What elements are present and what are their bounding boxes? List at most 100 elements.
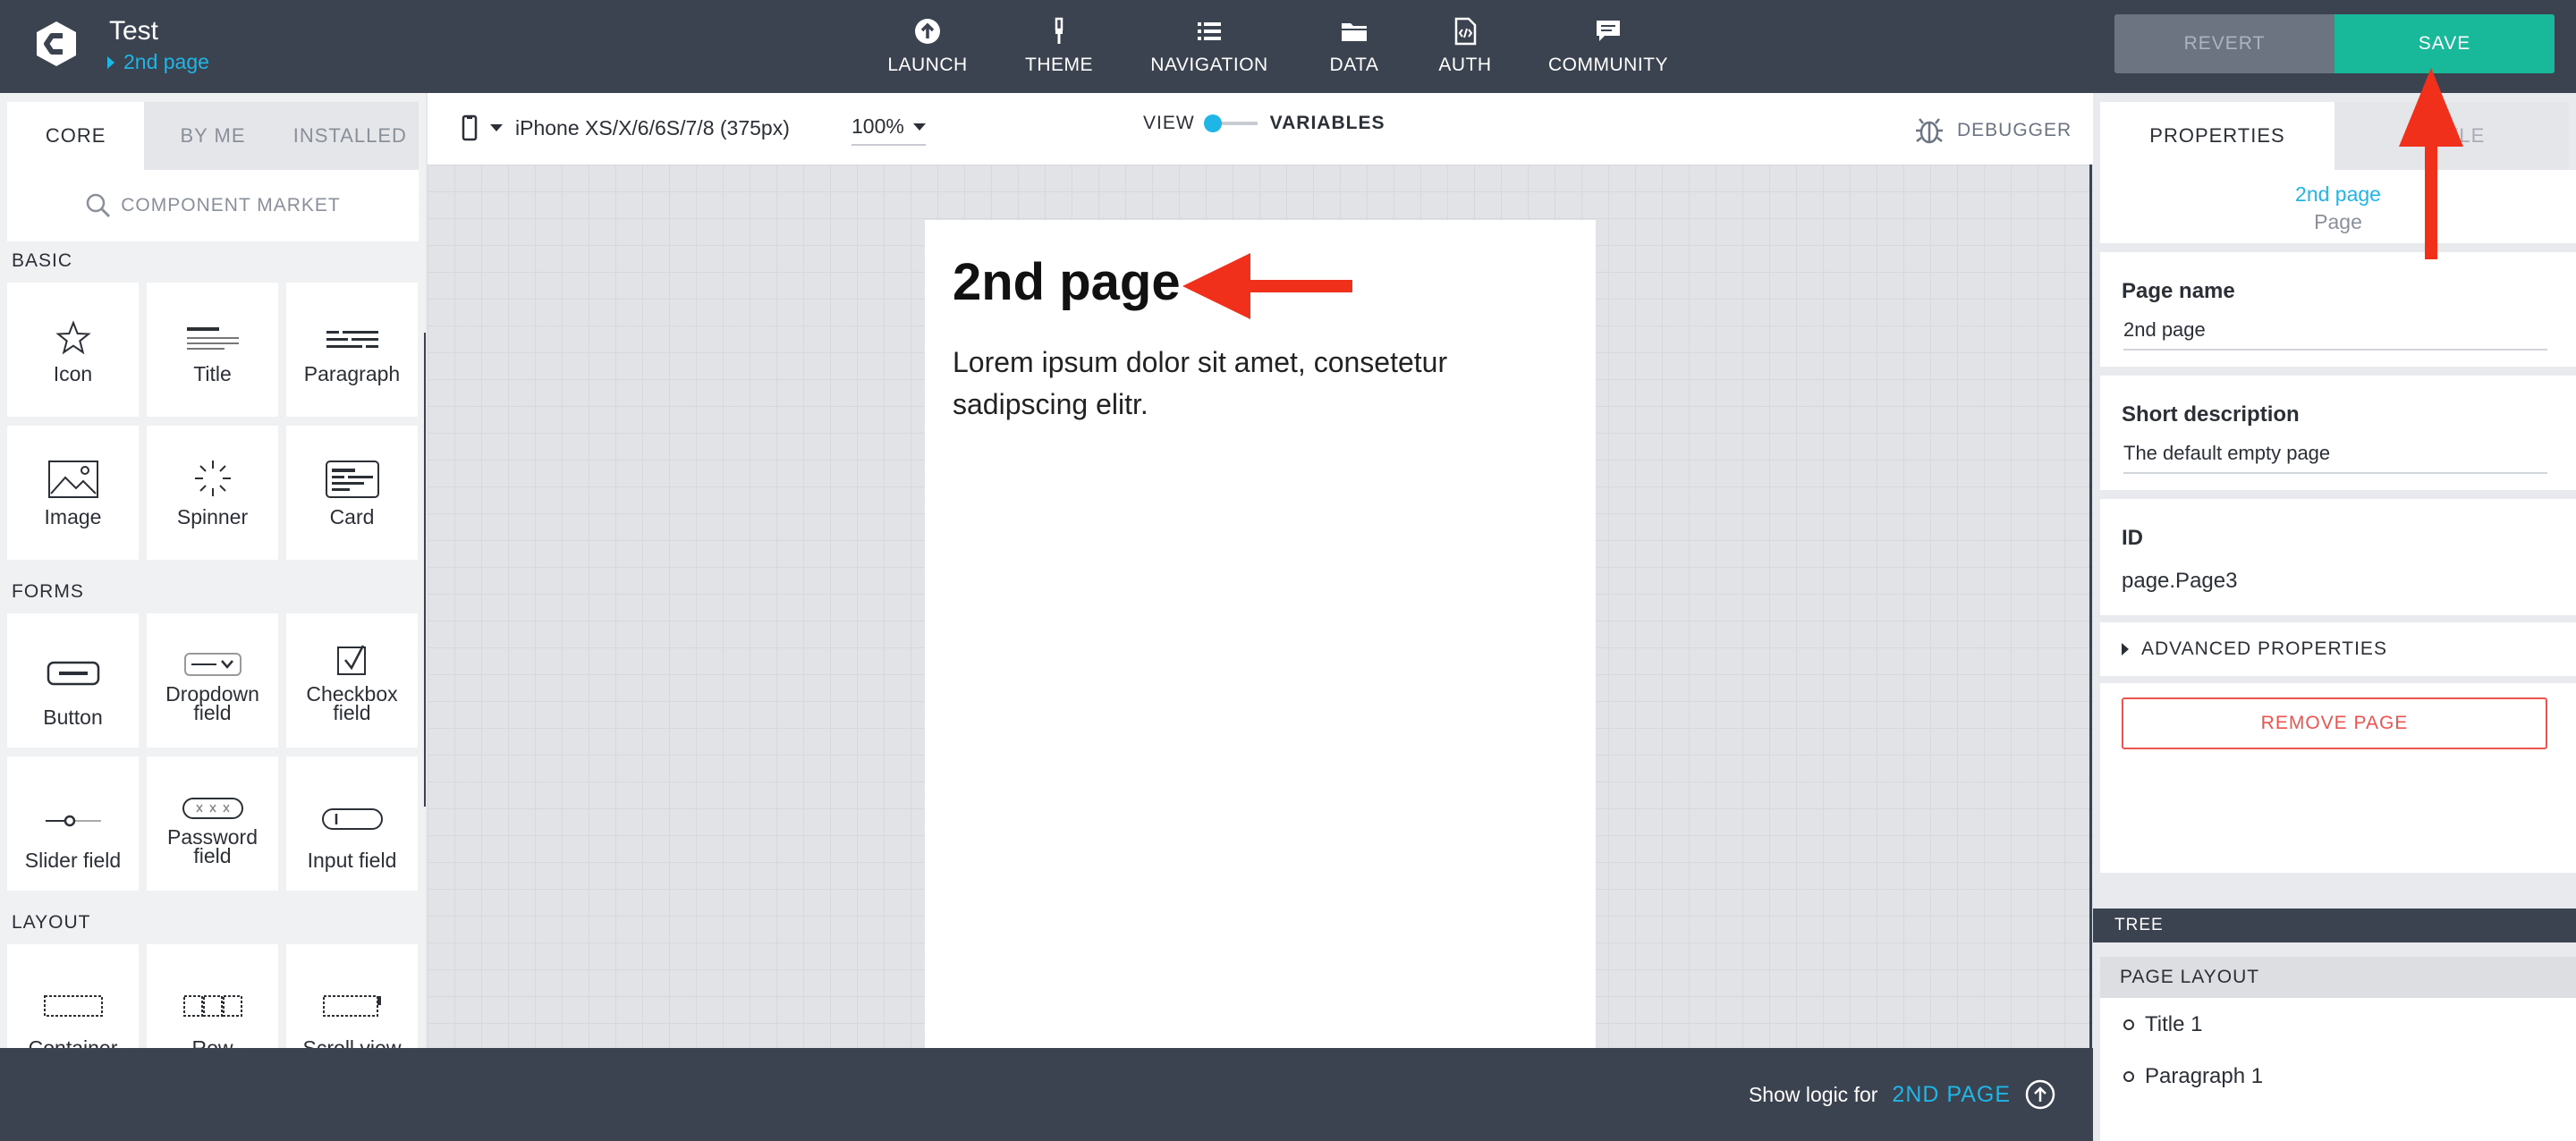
- component-label: Title: [193, 362, 232, 385]
- logic-bar: Show logic for 2ND PAGE: [0, 1048, 2093, 1141]
- code-doc-icon: [1454, 17, 1477, 46]
- component-label: Input field: [307, 849, 397, 872]
- preview-page-title[interactable]: 2nd page: [953, 252, 1181, 312]
- tab-by-me[interactable]: BY ME: [144, 102, 282, 170]
- short-description-label: Short description: [2122, 402, 2300, 427]
- brush-icon: [1055, 17, 1063, 44]
- toggle-track[interactable]: [1203, 114, 1258, 132]
- nav-launch[interactable]: LAUNCH: [887, 0, 968, 93]
- component-slider-field[interactable]: Slider field: [7, 756, 139, 891]
- tree-item-title[interactable]: Title 1: [2123, 1012, 2202, 1037]
- selected-element-type: Page: [2314, 210, 2362, 233]
- nav-community[interactable]: COMMUNITY: [1546, 0, 1671, 93]
- save-button[interactable]: SAVE: [2334, 14, 2555, 73]
- component-card[interactable]: Card: [286, 426, 418, 560]
- advanced-properties-label: ADVANCED PROPERTIES: [2141, 638, 2387, 659]
- tree-item-paragraph[interactable]: Paragraph 1: [2123, 1064, 2263, 1089]
- component-icon[interactable]: Icon: [7, 283, 139, 417]
- chevron-down-icon: [490, 124, 503, 131]
- row-icon: [182, 995, 242, 1017]
- component-button[interactable]: Button: [7, 613, 139, 748]
- component-image[interactable]: Image: [7, 426, 139, 560]
- tab-installed[interactable]: INSTALLED: [281, 102, 419, 170]
- tab-properties[interactable]: PROPERTIES: [2100, 102, 2334, 170]
- page-name-field[interactable]: 2nd page: [2123, 318, 2547, 351]
- top-bar: Test 2nd page LAUNCH THEME NAVIGATION DA…: [0, 0, 2576, 93]
- checkbox-icon: [336, 645, 366, 675]
- nav-theme-label: THEME: [1025, 55, 1093, 75]
- tree-node-icon: [2123, 1019, 2134, 1030]
- nav-auth[interactable]: AUTH: [1429, 0, 1501, 93]
- dropdown-icon: [183, 653, 242, 676]
- component-label: Scroll view: [302, 1036, 402, 1049]
- title-text-icon: [186, 327, 239, 350]
- device-selector[interactable]: iPhone XS/X/6/6S/7/8 (375px): [462, 114, 790, 141]
- current-page-label: 2nd page: [123, 50, 209, 73]
- show-logic-button[interactable]: Show logic for 2ND PAGE: [1749, 1048, 2055, 1141]
- zoom-selector[interactable]: 100%: [852, 114, 926, 146]
- remove-page-button[interactable]: REMOVE PAGE: [2122, 697, 2547, 749]
- component-label: Image: [44, 505, 102, 528]
- component-label: Row: [191, 1036, 233, 1049]
- component-label: Card: [329, 505, 375, 528]
- tree-node-icon: [2123, 1071, 2134, 1082]
- component-label: Icon: [53, 362, 93, 385]
- id-card: ID page.Page3: [2100, 499, 2576, 615]
- nav-theme[interactable]: THEME: [1020, 0, 1098, 93]
- preview-paragraph[interactable]: Lorem ipsum dolor sit amet, consetetur s…: [953, 342, 1525, 426]
- phone-icon: [462, 114, 478, 141]
- section-forms: FORMS: [12, 581, 84, 602]
- debugger-button[interactable]: DEBUGGER: [1914, 116, 2072, 145]
- tree-root-page-layout[interactable]: PAGE LAYOUT: [2100, 957, 2576, 998]
- component-title[interactable]: Title: [147, 283, 278, 417]
- nav-navigation[interactable]: NAVIGATION: [1141, 0, 1277, 93]
- component-checkbox-field[interactable]: Checkbox field: [286, 613, 418, 748]
- layout-tree: PAGE LAYOUT Title 1 Paragraph 1: [2100, 957, 2576, 1141]
- password-icon: [182, 798, 243, 819]
- component-container[interactable]: Container: [7, 944, 139, 1048]
- short-description-field[interactable]: The default empty page: [2123, 442, 2547, 474]
- tree-header: TREE: [2093, 909, 2576, 942]
- view-variables-toggle[interactable]: VIEW VARIABLES: [1143, 113, 1385, 134]
- folder-icon: [1342, 23, 1367, 41]
- panel-scrollbar[interactable]: [424, 333, 426, 807]
- id-value: page.Page3: [2122, 569, 2238, 593]
- phone-preview[interactable]: 2nd page Lorem ipsum dolor sit amet, con…: [925, 220, 1596, 1048]
- device-label: iPhone XS/X/6/6S/7/8 (375px): [515, 115, 790, 139]
- component-market-button[interactable]: COMPONENT MARKET: [7, 170, 419, 241]
- logic-page-label: 2ND PAGE: [1892, 1081, 2011, 1107]
- nav-community-label: COMMUNITY: [1548, 55, 1668, 75]
- component-scroll-view[interactable]: Scroll view: [286, 944, 418, 1048]
- component-label: Paragraph: [303, 362, 401, 385]
- card-icon: [325, 461, 379, 498]
- current-page-selector[interactable]: 2nd page: [107, 50, 209, 74]
- nav-launch-label: LAUNCH: [887, 55, 968, 75]
- zoom-value: 100%: [852, 114, 904, 138]
- app-logo-icon[interactable]: [32, 20, 80, 68]
- component-input-field[interactable]: Input field: [286, 756, 418, 891]
- revert-button[interactable]: REVERT: [2114, 14, 2334, 73]
- page-name-label: Page name: [2122, 279, 2235, 303]
- toggle-knob[interactable]: [1203, 114, 1222, 132]
- component-password-field[interactable]: Password field: [147, 756, 278, 891]
- tree-item-label: Title 1: [2145, 1012, 2203, 1036]
- component-paragraph[interactable]: Paragraph: [286, 283, 418, 417]
- component-row[interactable]: Row: [147, 944, 278, 1048]
- tab-core[interactable]: CORE: [7, 102, 145, 170]
- debugger-label: DEBUGGER: [1957, 120, 2072, 140]
- nav-data[interactable]: DATA: [1318, 0, 1390, 93]
- component-label: Spinner: [176, 505, 249, 528]
- component-dropdown-field[interactable]: Dropdown field: [147, 613, 278, 748]
- container-icon: [43, 995, 103, 1017]
- nav-data-label: DATA: [1329, 55, 1379, 75]
- component-spinner[interactable]: Spinner: [147, 426, 278, 560]
- image-icon: [47, 461, 98, 498]
- nav-auth-label: AUTH: [1438, 55, 1492, 75]
- caret-right-icon: [107, 55, 114, 69]
- short-description-card: Short description The default empty page: [2100, 376, 2576, 490]
- arrow-up-circle-icon: [2025, 1079, 2055, 1110]
- remove-page-area: REMOVE PAGE: [2100, 683, 2576, 873]
- search-icon: [87, 193, 111, 218]
- tab-style[interactable]: STYLE: [2334, 102, 2569, 170]
- advanced-properties-toggle[interactable]: ADVANCED PROPERTIES: [2100, 622, 2576, 676]
